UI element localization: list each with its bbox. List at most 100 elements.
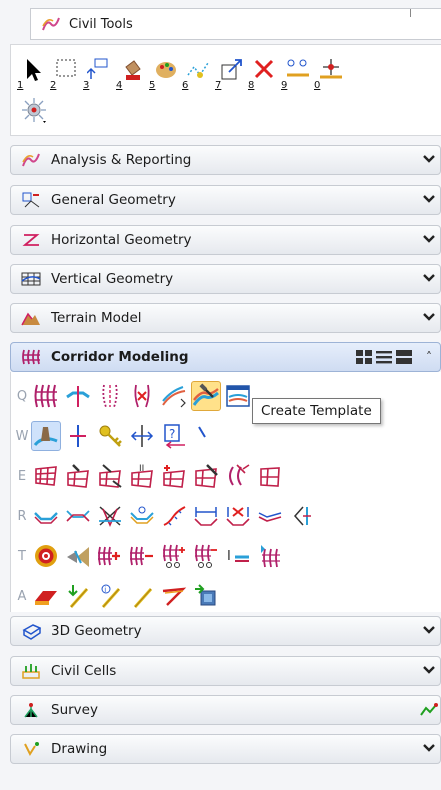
template-compare-icon[interactable]	[63, 501, 93, 531]
detail-view-icon[interactable]	[396, 350, 412, 364]
chevron-down-icon[interactable]	[418, 233, 440, 247]
accudraw-compass-icon[interactable]	[17, 95, 48, 131]
scale-box-icon[interactable]: 7	[215, 55, 246, 91]
linear-template-ramp-icon[interactable]	[159, 581, 189, 611]
corridor-clip-shape-icon[interactable]	[63, 541, 93, 571]
panel-label: Vertical Geometry	[51, 271, 174, 287]
add-corridor-segment-icon[interactable]	[95, 541, 125, 571]
linear-template-edit-icon[interactable]	[127, 581, 157, 611]
template-section-icon[interactable]	[31, 501, 61, 531]
palette-icon[interactable]: 5	[149, 55, 180, 91]
svg-text:I: I	[227, 549, 231, 564]
template-drop-icon[interactable]	[63, 381, 93, 411]
move-element-icon[interactable]: 3	[83, 55, 114, 91]
panel-label: 3D Geometry	[51, 623, 142, 639]
corridor-tool-w6-icon[interactable]	[191, 421, 221, 451]
survey-status-icon[interactable]	[418, 702, 440, 719]
template-lift-icon[interactable]	[287, 501, 317, 531]
template-point-icon[interactable]	[127, 501, 157, 531]
row-shortcut-letter: Q	[16, 388, 28, 404]
svg-text:II: II	[139, 464, 144, 474]
corridor-objects-icon[interactable]: II	[127, 461, 157, 491]
superelevation-icon[interactable]	[159, 381, 189, 411]
remove-corridor-segment-icon[interactable]	[127, 541, 157, 571]
corridor-mesh-icon[interactable]	[31, 461, 61, 491]
export-corridor-icon[interactable]	[191, 581, 221, 611]
linear-template-icon[interactable]	[159, 501, 189, 531]
ruler-point-icon[interactable]: 0	[314, 55, 345, 91]
corridor-end-condition-icon[interactable]	[255, 461, 285, 491]
corridor-linear-icon[interactable]	[95, 461, 125, 491]
list-view-icon[interactable]	[376, 350, 392, 364]
chevron-down-icon[interactable]	[418, 742, 440, 756]
measure-distance-icon[interactable]: 9	[281, 55, 312, 91]
smart-line-icon[interactable]: 6	[182, 55, 213, 91]
template-transition-icon[interactable]	[95, 501, 125, 531]
split-corridor-add-icon[interactable]	[159, 541, 189, 571]
corridor-reference-icon[interactable]	[95, 381, 125, 411]
survey-icon	[21, 701, 41, 719]
corridor-modeling-icon	[21, 348, 41, 366]
panel-drawing[interactable]: Drawing	[10, 734, 441, 764]
key-station-icon[interactable]	[95, 421, 125, 451]
main-toolbar: 1 2 3 4 5 6 7 8 9 0	[10, 44, 441, 136]
panel-vertical-geometry[interactable]: Vertical Geometry	[10, 264, 441, 294]
parametric-text-icon[interactable]: I	[223, 541, 253, 571]
tool-row-q: Q	[11, 376, 255, 416]
chevron-down-icon[interactable]	[418, 311, 440, 325]
create-component-icon[interactable]	[31, 421, 61, 451]
create-template-icon[interactable]	[191, 381, 221, 411]
template-drop-range-icon[interactable]	[191, 501, 221, 531]
target-alias-icon[interactable]	[31, 541, 61, 571]
row-shortcut-letter: A	[17, 588, 27, 604]
tooltip-create-template: Create Template	[252, 398, 381, 424]
apply-linear-template-icon[interactable]	[63, 581, 93, 611]
tool-row-w: W ?	[11, 416, 223, 456]
grid-view-icon[interactable]	[356, 350, 372, 364]
panel-label: General Geometry	[51, 192, 176, 208]
tool-row-e: E II	[11, 456, 287, 496]
add-corridor-icon[interactable]	[159, 461, 189, 491]
panel-analysis-reporting[interactable]: Analysis & Reporting	[10, 145, 441, 175]
chevron-down-icon[interactable]	[418, 272, 440, 286]
selection-box-icon[interactable]: 2	[50, 55, 81, 91]
station-marker-icon[interactable]	[63, 421, 93, 451]
template-merge-icon[interactable]	[255, 501, 285, 531]
chevron-down-icon[interactable]	[418, 664, 440, 678]
chevron-down-icon[interactable]	[418, 153, 440, 167]
select-arrow-icon[interactable]: 1	[17, 55, 48, 91]
corridor-clipping-icon[interactable]	[127, 381, 157, 411]
panel-survey[interactable]: Survey	[10, 695, 441, 725]
panel-3d-geometry[interactable]: 3D Geometry	[10, 616, 441, 646]
paint-bucket-icon[interactable]: 4	[116, 55, 147, 91]
panel-civil-cells[interactable]: Civil Cells	[10, 656, 441, 686]
point-control-icon[interactable]: ?	[159, 421, 189, 451]
panel-label: Survey	[51, 702, 98, 718]
corridor-transition-icon[interactable]	[191, 461, 221, 491]
chevron-up-icon[interactable]: ˄	[418, 350, 440, 364]
horizontal-geometry-icon	[21, 231, 41, 249]
template-delete-range-icon[interactable]	[223, 501, 253, 531]
template-library-icon[interactable]	[223, 381, 253, 411]
panel-corridor-modeling[interactable]: Corridor Modeling ˄	[10, 342, 441, 372]
panel-general-geometry[interactable]: General Geometry	[10, 185, 441, 215]
split-corridor-remove-icon[interactable]	[191, 541, 221, 571]
panel-terrain-model[interactable]: Terrain Model	[10, 303, 441, 333]
surface-create-icon[interactable]	[31, 581, 61, 611]
chevron-down-icon[interactable]	[418, 193, 440, 207]
chevron-down-icon[interactable]	[418, 624, 440, 638]
panel-label: Terrain Model	[51, 310, 142, 326]
linear-template-info-icon[interactable]: i	[95, 581, 125, 611]
create-corridor-icon[interactable]	[31, 381, 61, 411]
row-shortcut-letter: E	[17, 468, 27, 484]
svg-text:i: i	[104, 586, 106, 594]
corridor-reference-add-icon[interactable]	[255, 541, 285, 571]
corridor-edit-icon[interactable]	[63, 461, 93, 491]
tool-number: 0	[314, 80, 321, 91]
panel-label: Drawing	[51, 741, 108, 757]
corridor-curve-widening-icon[interactable]	[223, 461, 253, 491]
tool-number: 7	[215, 80, 222, 91]
parametric-constraint-icon[interactable]	[127, 421, 157, 451]
panel-horizontal-geometry[interactable]: Horizontal Geometry	[10, 225, 441, 255]
delete-x-icon[interactable]: 8	[248, 55, 279, 91]
